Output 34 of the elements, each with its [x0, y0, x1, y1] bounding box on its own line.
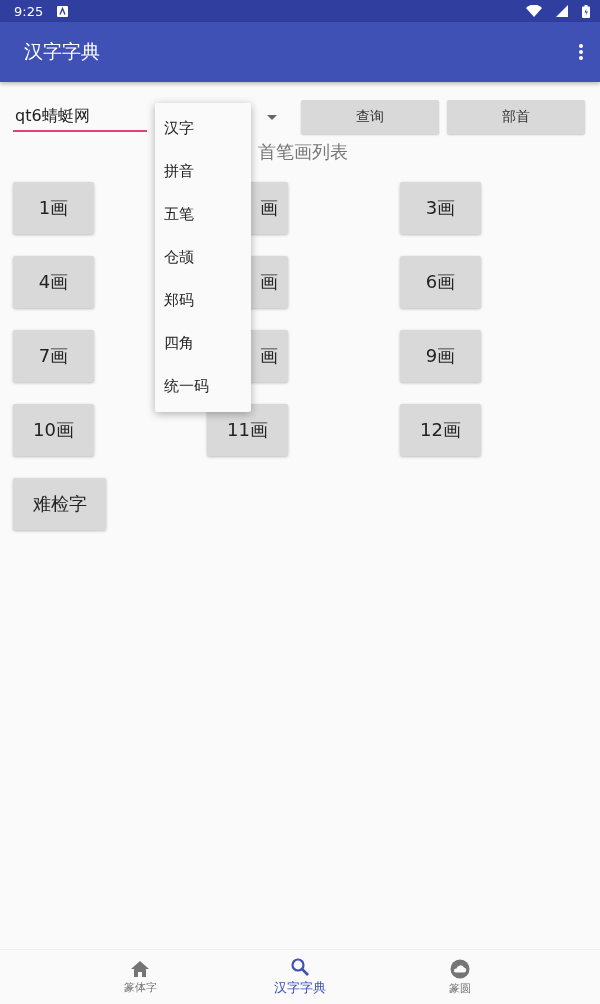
stroke-button[interactable]: 3画	[400, 182, 481, 234]
stroke-button[interactable]: 4画	[13, 256, 94, 308]
stroke-button[interactable]: 11画	[207, 404, 288, 456]
stroke-button[interactable]: 难检字	[13, 478, 106, 530]
nav-tab[interactable]: 篆圆	[400, 950, 520, 1004]
home-icon	[130, 959, 150, 978]
dropdown-caret-icon[interactable]	[267, 114, 277, 120]
action-button[interactable]: 部首	[447, 100, 585, 134]
nav-tab[interactable]: 汉字字典	[240, 950, 360, 1004]
menu-item[interactable]: 五笔	[155, 193, 251, 236]
action-button[interactable]: 查询	[301, 100, 439, 134]
search-icon	[290, 957, 310, 977]
notification-icon	[57, 5, 69, 17]
wifi-icon	[526, 5, 542, 17]
stroke-button[interactable]: 1画	[13, 182, 94, 234]
battery-icon	[582, 4, 590, 18]
app-title: 汉字字典	[24, 39, 100, 64]
stroke-button[interactable]: 6画	[400, 256, 481, 308]
status-time: 9:25	[14, 3, 44, 19]
menu-item[interactable]: 郑码	[155, 279, 251, 322]
section-heading: 首笔画列表	[257, 140, 349, 164]
cloud-icon	[450, 958, 470, 979]
nav-tab[interactable]: 篆体字	[80, 950, 200, 1004]
menu-item[interactable]: 汉字	[155, 107, 251, 150]
menu-item[interactable]: 四角	[155, 322, 251, 365]
signal-icon	[556, 5, 568, 17]
search-field[interactable]: qt6蜻蜓网	[13, 102, 147, 132]
menu-item[interactable]: 仓颉	[155, 236, 251, 279]
stroke-button[interactable]: 7画	[13, 330, 94, 382]
menu-item[interactable]: 拼音	[155, 150, 251, 193]
stroke-button[interactable]: 10画	[13, 404, 94, 456]
stroke-button[interactable]: 9画	[400, 330, 481, 382]
stroke-button[interactable]: 12画	[400, 404, 481, 456]
more-options-icon[interactable]	[578, 43, 584, 61]
